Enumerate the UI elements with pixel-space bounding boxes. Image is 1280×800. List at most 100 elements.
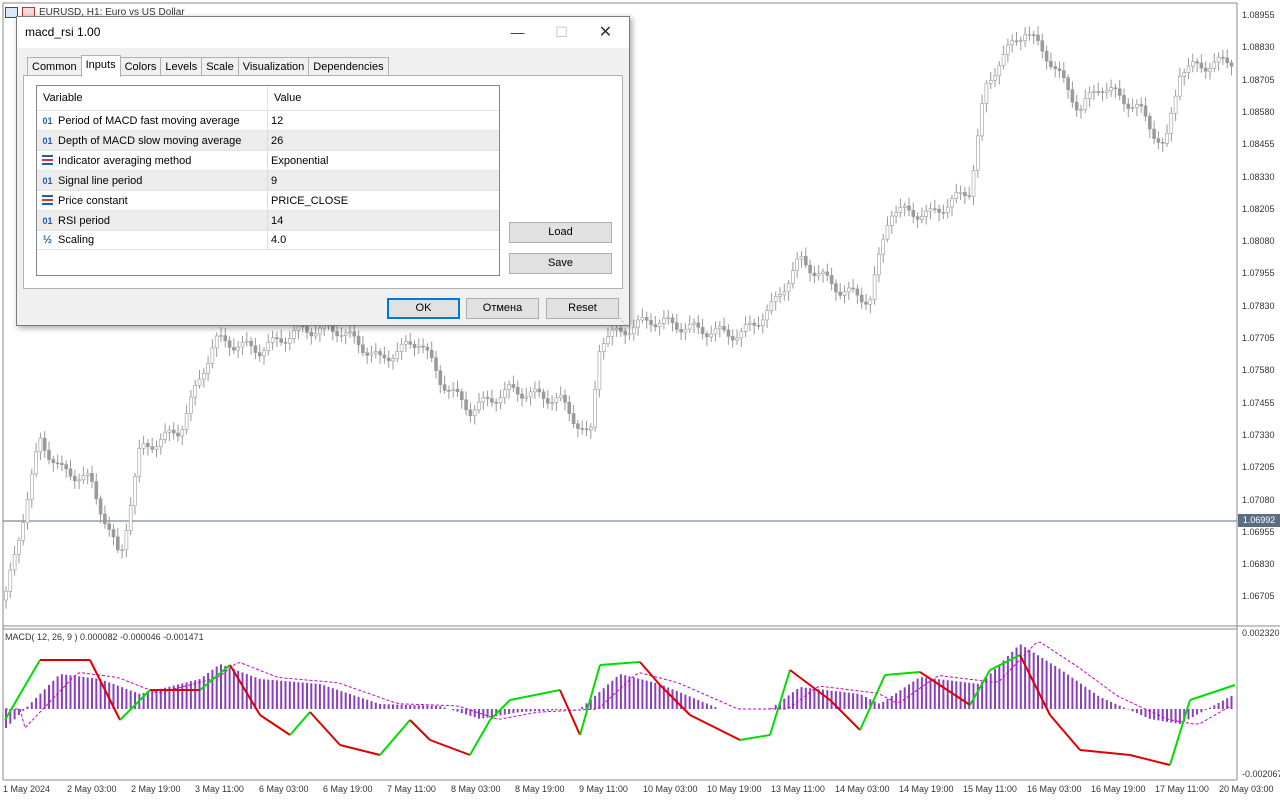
time-tick-label: 2 May 03:00 xyxy=(67,784,117,794)
candle-body xyxy=(765,310,769,321)
candle-body xyxy=(743,324,748,332)
candle-body xyxy=(386,357,391,362)
time-tick-label: 10 May 03:00 xyxy=(643,784,698,794)
param-row[interactable]: 01 Period of MACD fast moving average 12 xyxy=(37,110,499,130)
dialog-titlebar[interactable]: macd_rsi 1.00 — ☐ ✕ xyxy=(17,17,629,48)
candle-body xyxy=(649,320,653,326)
candle-body xyxy=(197,378,202,386)
candle-body xyxy=(928,208,933,212)
cancel-button[interactable]: Отмена xyxy=(466,298,539,319)
param-value[interactable]: 4.0 xyxy=(268,231,499,249)
candle-body xyxy=(528,391,533,398)
tab-scale[interactable]: Scale xyxy=(201,57,239,76)
time-tick-label: 17 May 11:00 xyxy=(1155,784,1209,794)
candle-body xyxy=(1092,91,1096,93)
candle-body xyxy=(855,288,860,296)
candle-body xyxy=(266,342,271,351)
column-header-value[interactable]: Value xyxy=(268,86,301,110)
candle-body xyxy=(85,472,90,476)
tab-inputs[interactable]: Inputs xyxy=(80,55,121,77)
reset-button[interactable]: Reset xyxy=(546,298,619,319)
param-value[interactable]: Exponential xyxy=(268,151,499,170)
integer-icon: 01 xyxy=(42,135,53,146)
candle-body xyxy=(227,340,232,348)
candle-body xyxy=(894,212,898,217)
tab-dependencies[interactable]: Dependencies xyxy=(308,57,389,76)
candle-body xyxy=(1212,61,1217,69)
param-value[interactable]: PRICE_CLOSE xyxy=(268,191,499,210)
candle-body xyxy=(451,388,456,391)
candle-body xyxy=(378,351,382,356)
candle-body xyxy=(107,523,111,530)
candle-body xyxy=(335,331,339,337)
tab-levels[interactable]: Levels xyxy=(160,57,203,76)
candle-body xyxy=(786,283,791,293)
candle-body xyxy=(795,258,800,272)
candle-body xyxy=(816,273,821,277)
param-value[interactable]: 12 xyxy=(268,111,499,130)
candle-body xyxy=(550,402,554,404)
param-row[interactable]: 01 RSI period 14 xyxy=(37,210,499,230)
price-tick-label: 1.08330 xyxy=(1242,171,1275,182)
param-value[interactable]: 14 xyxy=(268,211,499,230)
candle-body xyxy=(610,329,615,338)
candle-body xyxy=(1126,103,1131,109)
param-row[interactable]: Price constant PRICE_CLOSE xyxy=(37,190,499,210)
price-tick-label: 1.08955 xyxy=(1242,10,1275,20)
candle-body xyxy=(313,333,318,337)
load-button[interactable]: Load xyxy=(509,222,612,243)
grid-header: Variable Value xyxy=(37,86,499,110)
column-header-variable[interactable]: Variable xyxy=(37,86,268,110)
candle-body xyxy=(597,351,602,390)
param-row[interactable]: 01 Signal line period 9 xyxy=(37,170,499,190)
ok-button[interactable]: OK xyxy=(387,298,460,319)
price-tick-label: 1.07830 xyxy=(1242,300,1275,311)
minimize-icon[interactable]: — xyxy=(495,17,540,47)
price-tick-label: 1.08705 xyxy=(1242,74,1275,85)
candle-body xyxy=(571,413,576,425)
candle-body xyxy=(915,216,920,220)
candle-body xyxy=(477,401,481,411)
candle-body xyxy=(42,437,47,451)
tab-common[interactable]: Common xyxy=(27,57,82,76)
time-tick-label: 2 May 19:00 xyxy=(131,784,181,794)
tab-visualization[interactable]: Visualization xyxy=(237,57,310,76)
candle-body xyxy=(47,450,51,460)
close-icon[interactable]: ✕ xyxy=(583,17,628,47)
candle-body xyxy=(829,275,834,285)
candle-body xyxy=(726,329,731,337)
param-value[interactable]: 9 xyxy=(268,171,499,190)
candle-body xyxy=(1070,89,1075,103)
param-row[interactable]: Indicator averaging method Exponential xyxy=(37,150,499,170)
candle-body xyxy=(154,446,159,450)
param-value[interactable]: 26 xyxy=(268,131,499,150)
candle-body xyxy=(877,253,881,276)
time-tick-label: 14 May 19:00 xyxy=(899,784,954,794)
candle-body xyxy=(472,409,477,417)
resize-grip-icon[interactable]: ⋱ xyxy=(619,317,627,326)
candle-body xyxy=(137,447,142,477)
candle-body xyxy=(193,385,197,398)
candle-body xyxy=(821,271,825,274)
param-row[interactable]: 01 Depth of MACD slow moving average 26 xyxy=(37,130,499,150)
candle-body xyxy=(670,317,675,324)
candle-body xyxy=(219,335,223,337)
candle-body xyxy=(455,388,460,392)
param-name: Signal line period xyxy=(58,174,143,187)
param-row[interactable]: ½ Scaling 4.0 xyxy=(37,230,499,250)
candle-body xyxy=(240,341,245,348)
candle-body xyxy=(722,326,726,331)
candle-body xyxy=(369,352,374,356)
candle-body xyxy=(945,206,950,213)
candle-body xyxy=(270,337,275,343)
save-button[interactable]: Save xyxy=(509,253,612,274)
candle-body xyxy=(584,428,589,431)
candle-body xyxy=(541,391,546,399)
candle-body xyxy=(941,212,946,214)
candle-body xyxy=(210,347,215,364)
candle-body xyxy=(77,479,81,482)
candle-body xyxy=(967,195,972,197)
tab-colors[interactable]: Colors xyxy=(119,57,162,76)
rsi-line-segment xyxy=(919,671,971,706)
candle-body xyxy=(245,340,249,343)
